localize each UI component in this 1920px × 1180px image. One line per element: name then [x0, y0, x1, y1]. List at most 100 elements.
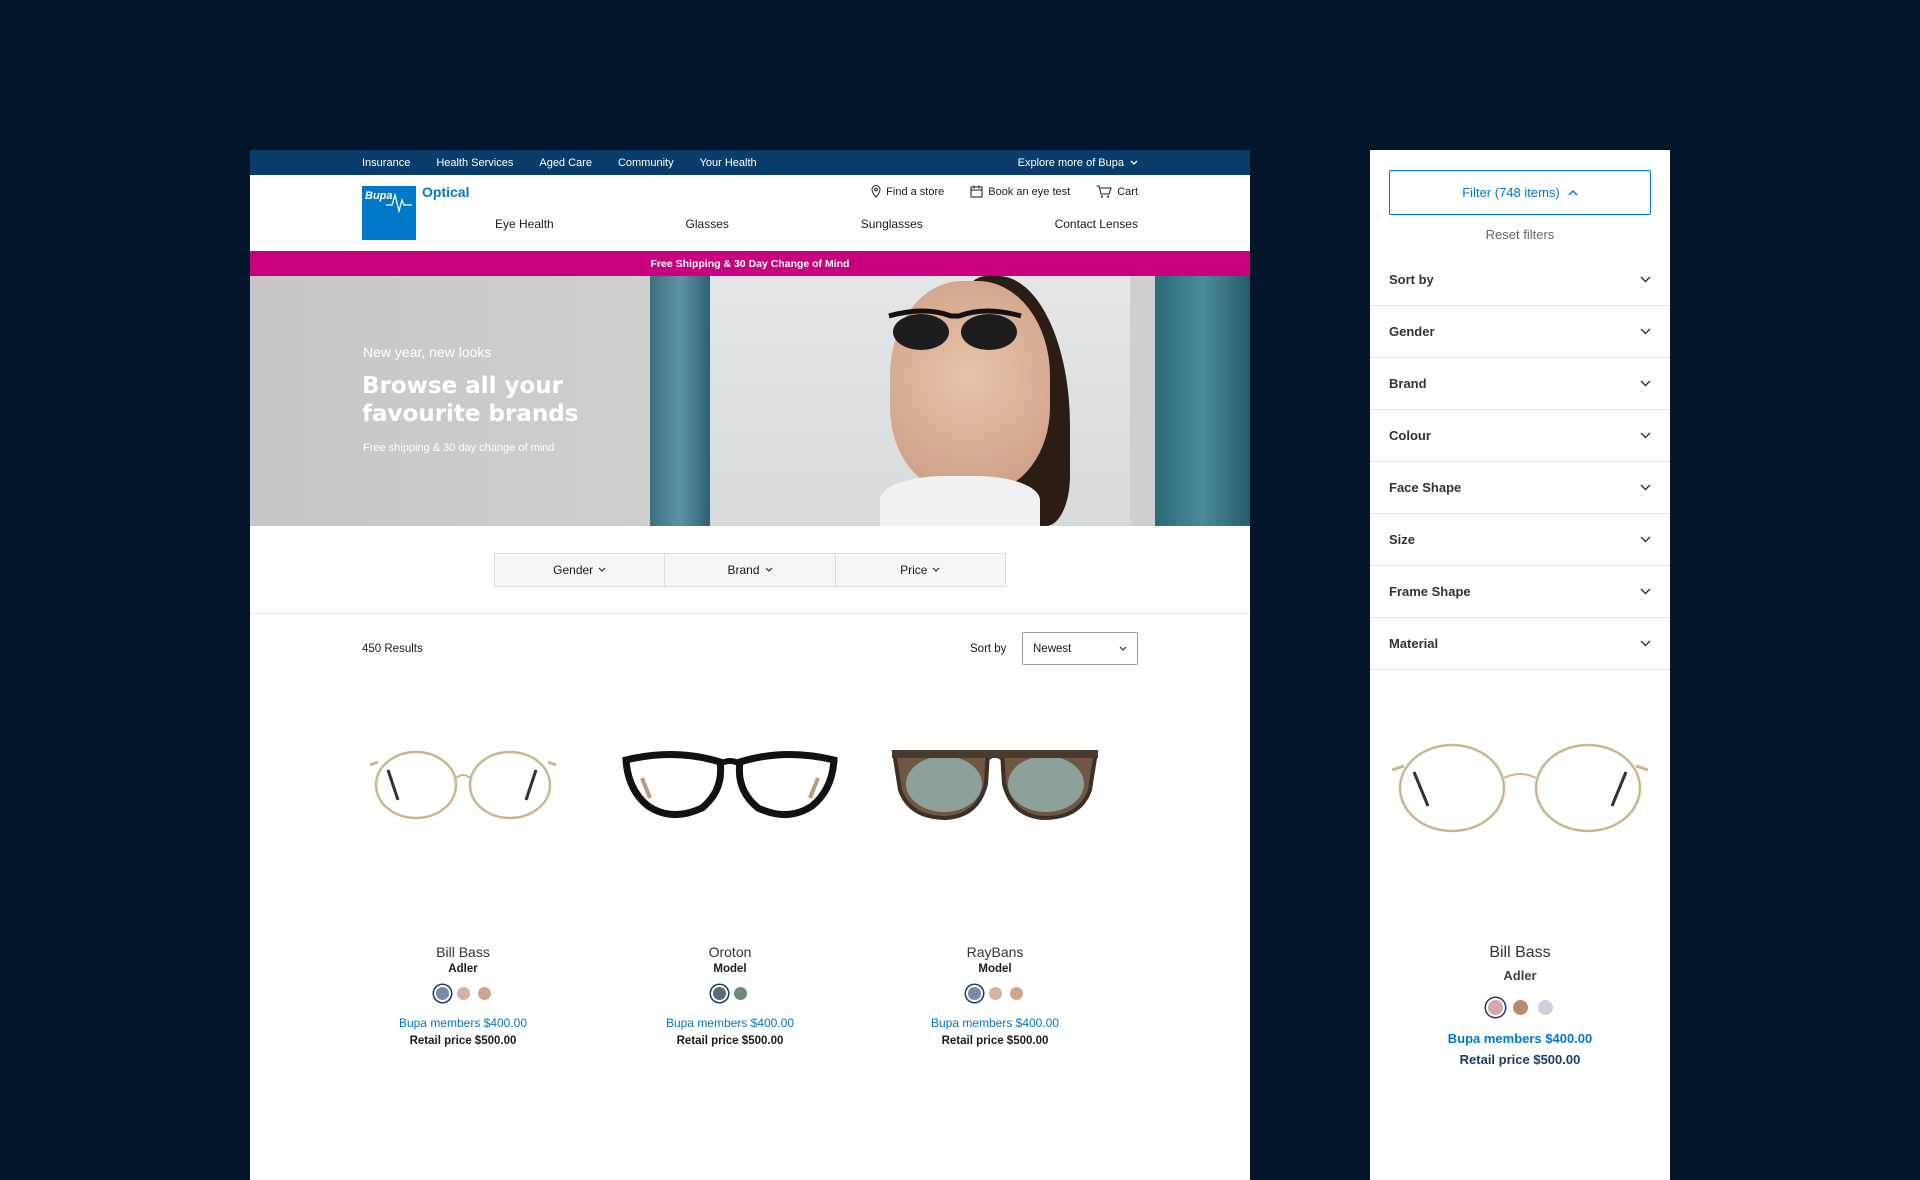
topnav-your-health[interactable]: Your Health — [700, 157, 757, 169]
filter-toggle-button[interactable]: Filter (748 items) — [1389, 170, 1651, 215]
accordion-frame-shape[interactable]: Frame Shape — [1370, 566, 1670, 618]
explore-more-label: Explore more of Bupa — [1017, 156, 1124, 169]
accordion-label: Sort by — [1389, 272, 1434, 287]
sunglasses-image — [888, 308, 1022, 350]
cart-link[interactable]: Cart — [1096, 185, 1138, 198]
chevron-down-icon — [765, 567, 772, 572]
nav-sunglasses[interactable]: Sunglasses — [861, 217, 923, 231]
product-brand: Bill Bass — [1489, 944, 1551, 961]
filter-brand-label: Brand — [727, 563, 760, 577]
bupa-logo[interactable]: Bupa — [362, 186, 416, 240]
accordion-label: Frame Shape — [1389, 584, 1471, 599]
colour-swatches — [620, 987, 840, 1000]
accordion-sort-by[interactable]: Sort by — [1370, 254, 1670, 306]
divider — [250, 613, 1250, 614]
accordion-label: Face Shape — [1389, 480, 1462, 495]
black-cat-eye-glasses-image — [622, 751, 838, 818]
book-eye-test-link[interactable]: Book an eye test — [970, 185, 1070, 198]
retail-price: Retail price $500.00 — [941, 1035, 1049, 1047]
product-card[interactable]: RayBans Model Bupa members $400.00 Retai… — [885, 710, 1105, 1047]
accordion-colour[interactable]: Colour — [1370, 410, 1670, 462]
accordion-face-shape[interactable]: Face Shape — [1370, 462, 1670, 514]
chevron-up-icon — [1568, 189, 1578, 196]
colour-swatch[interactable] — [1009, 987, 1023, 1000]
accordion-gender[interactable]: Gender — [1370, 306, 1670, 358]
product-model: Adler — [448, 963, 478, 975]
topnav-community[interactable]: Community — [618, 157, 674, 169]
product-brand: Oroton — [708, 944, 752, 960]
find-store-label: Find a store — [886, 185, 945, 198]
product-brand: Bill Bass — [436, 944, 490, 960]
sort-label: Sort by — [970, 643, 1007, 655]
hero-subtitle: Free shipping & 30 day change of mind — [363, 442, 555, 454]
accordion-label: Brand — [1389, 376, 1427, 391]
colour-swatches — [1370, 1000, 1670, 1015]
tortoise-sunglasses-image — [891, 750, 1099, 821]
colour-swatch[interactable] — [1487, 1000, 1503, 1015]
promo-banner: Free Shipping & 30 Day Change of Mind — [250, 251, 1250, 276]
colour-swatch[interactable] — [967, 987, 981, 1000]
cart-icon — [1096, 185, 1112, 198]
retail-price: Retail price $500.00 — [409, 1035, 517, 1047]
product-model: Model — [713, 963, 747, 975]
product-card[interactable]: Oroton Model Bupa members $400.00 Retail… — [620, 710, 840, 1047]
colour-swatch[interactable] — [435, 987, 449, 1000]
hero-kicker: New year, new looks — [363, 344, 492, 360]
filter-gender[interactable]: Gender — [495, 554, 666, 586]
hero-banner: New year, new looks Browse all your favo… — [250, 276, 1250, 526]
chevron-down-icon — [1640, 536, 1651, 543]
accordion-material[interactable]: Material — [1370, 618, 1670, 670]
accordion-brand[interactable]: Brand — [1370, 358, 1670, 410]
reset-filters-link[interactable]: Reset filters — [1370, 227, 1670, 242]
topnav-insurance[interactable]: Insurance — [362, 157, 410, 169]
chevron-down-icon — [1640, 276, 1651, 283]
explore-more-dropdown[interactable]: Explore more of Bupa — [1018, 157, 1138, 169]
book-eye-test-label: Book an eye test — [988, 185, 1071, 198]
sort-select[interactable]: Newest — [1022, 632, 1138, 665]
nav-eye-health[interactable]: Eye Health — [495, 217, 554, 231]
chevron-down-icon — [1640, 484, 1651, 491]
colour-swatch[interactable] — [477, 987, 491, 1000]
filter-brand[interactable]: Brand — [665, 554, 836, 586]
chevron-down-icon — [933, 567, 940, 572]
product-image — [885, 710, 1105, 860]
find-store-link[interactable]: Find a store — [871, 185, 944, 198]
chevron-down-icon — [1640, 328, 1651, 335]
accordion-label: Colour — [1389, 428, 1431, 443]
chevron-down-icon — [1640, 432, 1651, 439]
optical-brand-label: Optical — [422, 184, 470, 200]
colour-swatch[interactable] — [456, 987, 470, 1000]
chevron-down-icon — [1640, 380, 1651, 387]
accordion-size[interactable]: Size — [1370, 514, 1670, 566]
chevron-down-icon — [1640, 640, 1651, 647]
colour-swatch[interactable] — [988, 987, 1002, 1000]
location-pin-icon — [871, 185, 881, 198]
colour-swatch[interactable] — [734, 987, 747, 1000]
nav-glasses[interactable]: Glasses — [686, 217, 729, 231]
colour-swatch[interactable] — [1512, 1000, 1528, 1015]
member-price: Bupa members $400.00 — [398, 1016, 528, 1030]
accordion-label: Gender — [1389, 324, 1435, 339]
colour-swatches — [885, 987, 1105, 1000]
chevron-down-icon — [1640, 588, 1651, 595]
product-card[interactable]: Bill Bass Adler Bupa members $400.00 Ret… — [353, 710, 573, 1047]
sort-select-value: Newest — [1033, 642, 1072, 655]
product-image — [353, 710, 573, 860]
member-price: Bupa members $400.00 — [665, 1016, 795, 1030]
header-utilities: Find a store Book an eye test Cart — [871, 185, 1138, 198]
round-gold-glasses-image — [1391, 743, 1649, 833]
retail-price: Retail price $500.00 — [1459, 1052, 1581, 1067]
topnav-health-services[interactable]: Health Services — [436, 157, 513, 169]
nav-contact-lenses[interactable]: Contact Lenses — [1055, 217, 1138, 231]
colour-swatch[interactable] — [713, 987, 726, 1000]
top-utility-bar: Insurance Health Services Aged Care Comm… — [250, 150, 1250, 175]
chevron-down-icon — [1130, 160, 1138, 165]
product-image — [1370, 680, 1670, 840]
main-navigation: Eye Health Glasses Sunglasses Contact Le… — [495, 217, 1138, 231]
filter-price[interactable]: Price — [836, 554, 1005, 586]
topnav-aged-care[interactable]: Aged Care — [539, 157, 592, 169]
product-card[interactable]: Bill Bass Adler Bupa members $400.00 Ret… — [1370, 680, 1670, 1067]
colour-swatch[interactable] — [1537, 1000, 1553, 1015]
colour-swatches — [353, 987, 573, 1000]
mobile-filter-panel: Filter (748 items) Reset filters Sort by… — [1370, 150, 1670, 1180]
